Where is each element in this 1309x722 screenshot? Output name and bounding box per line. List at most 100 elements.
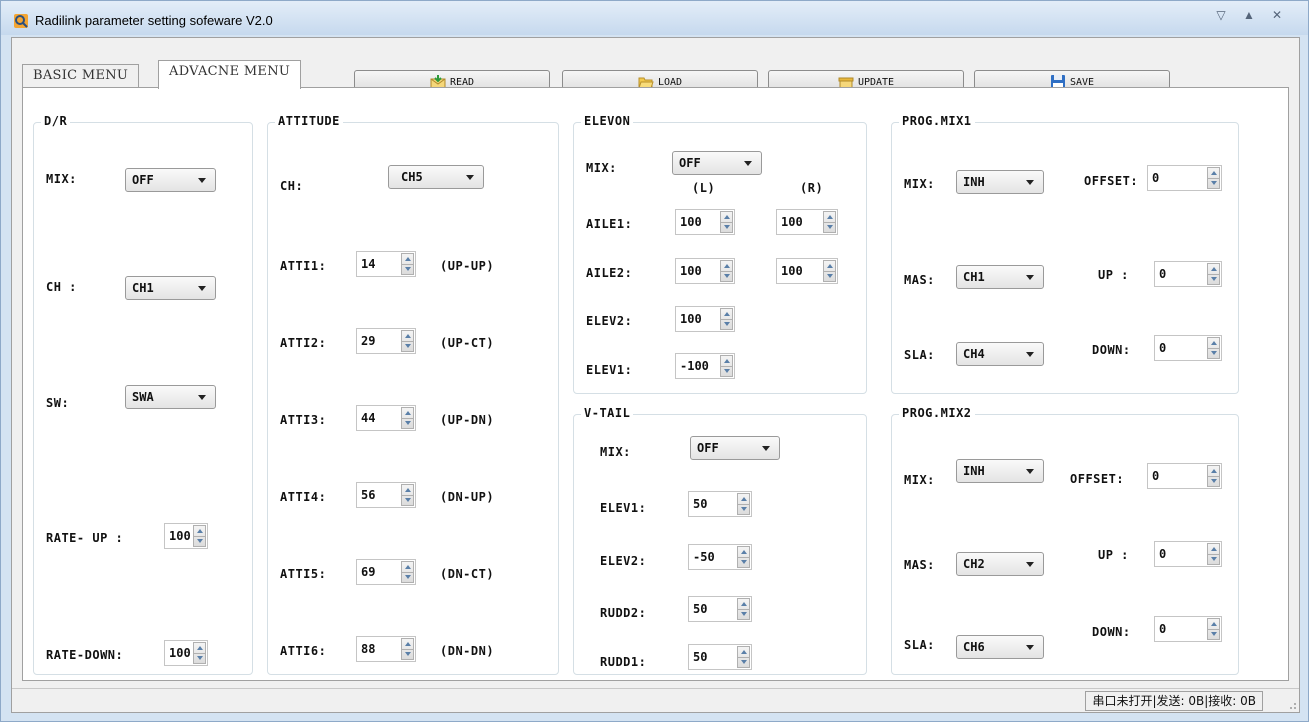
prog1-offset-spinner[interactable]: 0 bbox=[1147, 165, 1222, 191]
spinner-arrows-icon[interactable] bbox=[737, 493, 750, 515]
vtail-rudd2-value: 50 bbox=[693, 602, 708, 616]
prog-mix2-group: PROG.MIX2 MIX: INH OFFSET: 0 MAS: CH2 UP… bbox=[891, 406, 1239, 675]
prog1-offset-label: OFFSET: bbox=[1084, 174, 1139, 188]
spinner-arrows-icon[interactable] bbox=[737, 598, 750, 620]
vtail-rudd2-label: RUDD2: bbox=[600, 606, 647, 620]
prog2-offset-spinner[interactable]: 0 bbox=[1147, 463, 1222, 489]
atti6-spinner[interactable]: 88 bbox=[356, 636, 416, 662]
minimize-button[interactable]: ▽ bbox=[1209, 6, 1233, 24]
spinner-arrows-icon[interactable] bbox=[737, 646, 750, 668]
elevon-aile2-r-spinner[interactable]: 100 bbox=[776, 258, 838, 284]
vtail-title: V-TAIL bbox=[581, 406, 634, 420]
resize-grip-icon[interactable] bbox=[1285, 698, 1297, 710]
spinner-arrows-icon[interactable] bbox=[193, 642, 206, 664]
prog2-mix-label: MIX: bbox=[904, 473, 935, 487]
atti4-spinner[interactable]: 56 bbox=[356, 482, 416, 508]
attitude-title: ATTITUDE bbox=[275, 114, 343, 128]
prog2-mas-select[interactable]: CH2 bbox=[956, 552, 1044, 576]
spinner-arrows-icon[interactable] bbox=[823, 211, 836, 233]
tab-advance-menu[interactable]: ADVACNE MENU bbox=[158, 60, 302, 89]
atti1-label: ATTI1: bbox=[280, 259, 327, 273]
elevon-aile1-r-spinner[interactable]: 100 bbox=[776, 209, 838, 235]
spinner-arrows-icon[interactable] bbox=[1207, 465, 1220, 487]
prog1-down-spinner[interactable]: 0 bbox=[1154, 335, 1222, 361]
app-window: Radilink parameter setting sofeware V2.0… bbox=[0, 0, 1309, 722]
elevon-elev1-spinner[interactable]: -100 bbox=[675, 353, 735, 379]
read-label: READ bbox=[449, 76, 475, 88]
prog2-up-value: 0 bbox=[1159, 547, 1167, 561]
prog2-offset-label: OFFSET: bbox=[1070, 472, 1125, 486]
atti6-desc: (DN-DN) bbox=[440, 644, 495, 658]
prog1-mix-select[interactable]: INH bbox=[956, 170, 1044, 194]
advance-menu-page: D/R MIX: OFF CH : CH1 SW: SWA RATE- UP :… bbox=[22, 87, 1289, 681]
elevon-col-l: (L) bbox=[692, 181, 716, 195]
elevon-aile2-l-spinner[interactable]: 100 bbox=[675, 258, 735, 284]
vtail-rudd1-spinner[interactable]: 50 bbox=[688, 644, 752, 670]
title-bar: Radilink parameter setting sofeware V2.0… bbox=[1, 1, 1308, 35]
spinner-arrows-icon[interactable] bbox=[720, 211, 733, 233]
spinner-arrows-icon[interactable] bbox=[720, 355, 733, 377]
close-button[interactable]: ✕ bbox=[1265, 6, 1289, 24]
dr-sw-select[interactable]: SWA bbox=[125, 385, 216, 409]
chevron-down-icon bbox=[762, 446, 770, 451]
prog2-down-value: 0 bbox=[1159, 622, 1167, 636]
spinner-arrows-icon[interactable] bbox=[401, 484, 414, 506]
chevron-down-icon bbox=[466, 175, 474, 180]
dr-ch-select[interactable]: CH1 bbox=[125, 276, 216, 300]
atti1-spinner[interactable]: 14 bbox=[356, 251, 416, 277]
tab-basic-menu[interactable]: BASIC MENU bbox=[22, 64, 140, 88]
dr-rate-down-spinner[interactable]: 100 bbox=[164, 640, 208, 666]
prog-mix2-title: PROG.MIX2 bbox=[899, 406, 975, 420]
attitude-ch-select[interactable]: CH5 bbox=[388, 165, 484, 189]
dr-rate-down-value: 100 bbox=[169, 646, 191, 660]
vtail-rudd1-label: RUDD1: bbox=[600, 655, 647, 669]
spinner-arrows-icon[interactable] bbox=[1207, 543, 1220, 565]
spinner-arrows-icon[interactable] bbox=[401, 638, 414, 660]
restore-button[interactable]: ▲ bbox=[1237, 6, 1261, 24]
elevon-elev2-spinner[interactable]: 100 bbox=[675, 306, 735, 332]
prog1-sla-value: CH4 bbox=[963, 347, 985, 361]
spinner-arrows-icon[interactable] bbox=[1207, 618, 1220, 640]
chevron-down-icon bbox=[198, 286, 206, 291]
elevon-aile1-l-spinner[interactable]: 100 bbox=[675, 209, 735, 235]
dr-sw-value: SWA bbox=[132, 390, 154, 404]
prog2-down-spinner[interactable]: 0 bbox=[1154, 616, 1222, 642]
dr-mix-select[interactable]: OFF bbox=[125, 168, 216, 192]
prog1-offset-value: 0 bbox=[1152, 171, 1160, 185]
load-label: LOAD bbox=[657, 76, 683, 88]
atti2-spinner[interactable]: 29 bbox=[356, 328, 416, 354]
prog2-sla-select[interactable]: CH6 bbox=[956, 635, 1044, 659]
chevron-down-icon bbox=[198, 178, 206, 183]
spinner-arrows-icon[interactable] bbox=[823, 260, 836, 282]
vtail-rudd2-spinner[interactable]: 50 bbox=[688, 596, 752, 622]
prog1-mas-select[interactable]: CH1 bbox=[956, 265, 1044, 289]
spinner-arrows-icon[interactable] bbox=[720, 260, 733, 282]
dr-rate-up-spinner[interactable]: 100 bbox=[164, 523, 208, 549]
atti3-spinner[interactable]: 44 bbox=[356, 405, 416, 431]
prog1-sla-select[interactable]: CH4 bbox=[956, 342, 1044, 366]
elevon-elev1-value: -100 bbox=[680, 359, 709, 373]
vtail-mix-select[interactable]: OFF bbox=[690, 436, 780, 460]
atti5-spinner[interactable]: 69 bbox=[356, 559, 416, 585]
spinner-arrows-icon[interactable] bbox=[737, 546, 750, 568]
vtail-elev1-spinner[interactable]: 50 bbox=[688, 491, 752, 517]
prog2-mix-select[interactable]: INH bbox=[956, 459, 1044, 483]
spinner-arrows-icon[interactable] bbox=[1207, 263, 1220, 285]
elevon-mix-select[interactable]: OFF bbox=[672, 151, 762, 175]
spinner-arrows-icon[interactable] bbox=[401, 330, 414, 352]
vtail-elev2-spinner[interactable]: -50 bbox=[688, 544, 752, 570]
spinner-arrows-icon[interactable] bbox=[1207, 167, 1220, 189]
spinner-arrows-icon[interactable] bbox=[193, 525, 206, 547]
spinner-arrows-icon[interactable] bbox=[401, 253, 414, 275]
prog1-up-spinner[interactable]: 0 bbox=[1154, 261, 1222, 287]
atti6-label: ATTI6: bbox=[280, 644, 327, 658]
atti4-desc: (DN-UP) bbox=[440, 490, 495, 504]
spinner-arrows-icon[interactable] bbox=[401, 407, 414, 429]
prog2-sla-label: SLA: bbox=[904, 638, 935, 652]
prog2-up-spinner[interactable]: 0 bbox=[1154, 541, 1222, 567]
client-area: BASIC MENU ADVACNE MENU READ LOAD UPDATE… bbox=[11, 37, 1300, 713]
spinner-arrows-icon[interactable] bbox=[1207, 337, 1220, 359]
spinner-arrows-icon[interactable] bbox=[401, 561, 414, 583]
atti6-value: 88 bbox=[361, 642, 376, 656]
spinner-arrows-icon[interactable] bbox=[720, 308, 733, 330]
